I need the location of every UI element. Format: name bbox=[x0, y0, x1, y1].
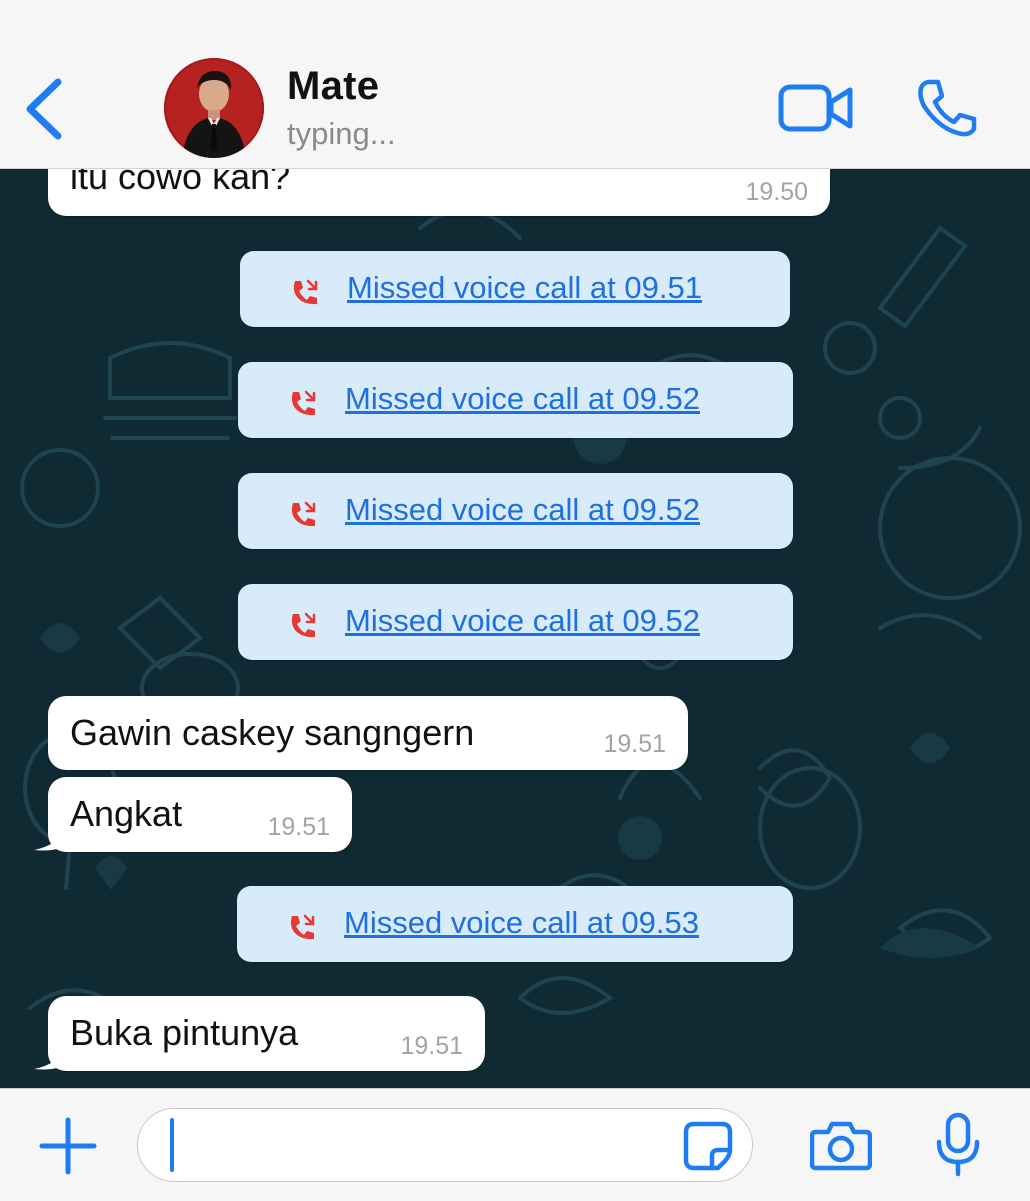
missed-call-link[interactable]: Missed voice call at 09.52 bbox=[345, 603, 700, 639]
phone-icon[interactable] bbox=[914, 78, 978, 138]
message-text: Gawin caskey sangngern bbox=[70, 712, 475, 753]
typing-status: typing... bbox=[287, 116, 396, 151]
message-text: Buka pintunya bbox=[70, 1012, 299, 1053]
video-camera-icon[interactable] bbox=[778, 82, 854, 134]
message-time: 19.50 bbox=[745, 178, 808, 206]
camera-icon[interactable] bbox=[810, 1118, 872, 1172]
missed-call-icon bbox=[291, 501, 316, 527]
missed-call-link[interactable]: Missed voice call at 09.51 bbox=[347, 270, 702, 306]
chat-header: Mate typing... bbox=[0, 0, 1030, 169]
missed-call-icon bbox=[291, 612, 316, 638]
message-bubble-received[interactable]: itu cowo kan? 19.50 bbox=[48, 168, 830, 216]
bubble-tail bbox=[34, 826, 64, 851]
missed-call-icon bbox=[290, 914, 315, 940]
contact-name[interactable]: Mate bbox=[287, 64, 379, 109]
missed-call-notice[interactable]: Missed voice call at 09.53 bbox=[237, 886, 793, 962]
message-time: 19.51 bbox=[267, 813, 330, 841]
missed-call-icon bbox=[291, 390, 316, 416]
bubble-tail bbox=[34, 1045, 64, 1070]
message-input[interactable] bbox=[137, 1108, 753, 1182]
message-text: itu cowo kan? bbox=[70, 168, 291, 197]
missed-call-notice[interactable]: Missed voice call at 09.52 bbox=[238, 584, 793, 660]
message-time: 19.51 bbox=[603, 730, 666, 758]
missed-call-notice[interactable]: Missed voice call at 09.52 bbox=[238, 473, 793, 549]
message-time: 19.51 bbox=[400, 1032, 463, 1060]
missed-call-notice[interactable]: Missed voice call at 09.52 bbox=[238, 362, 793, 438]
message-bubble-received[interactable]: Angkat 19.51 bbox=[34, 777, 352, 852]
missed-call-link[interactable]: Missed voice call at 09.52 bbox=[345, 492, 700, 528]
message-bubble-received[interactable]: Gawin caskey sangngern 19.51 bbox=[48, 696, 688, 770]
avatar[interactable] bbox=[164, 58, 264, 158]
avatar-photo bbox=[164, 58, 264, 158]
message-text: Angkat bbox=[70, 793, 183, 834]
sticker-icon[interactable] bbox=[682, 1120, 734, 1172]
microphone-icon[interactable] bbox=[934, 1112, 982, 1178]
missed-call-notice[interactable]: Missed voice call at 09.51 bbox=[240, 251, 790, 327]
chat-area[interactable]: itu cowo kan? 19.50 Missed voice call at… bbox=[0, 168, 1030, 1088]
message-bubble-received[interactable]: Buka pintunya 19.51 bbox=[34, 996, 485, 1071]
plus-icon[interactable] bbox=[38, 1116, 98, 1176]
text-caret bbox=[170, 1118, 174, 1172]
missed-call-link[interactable]: Missed voice call at 09.52 bbox=[345, 381, 700, 417]
missed-call-icon bbox=[293, 279, 318, 305]
missed-call-link[interactable]: Missed voice call at 09.53 bbox=[344, 905, 699, 941]
back-chevron-icon[interactable] bbox=[20, 74, 70, 144]
